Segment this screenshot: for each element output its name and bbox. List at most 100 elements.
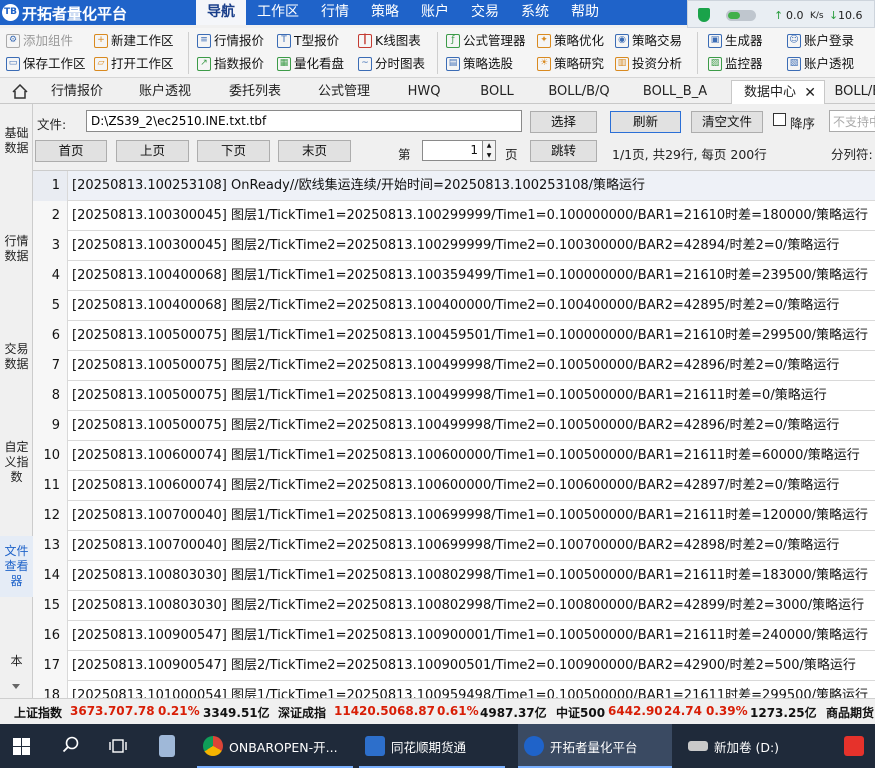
windows-start-icon[interactable] — [13, 738, 30, 755]
tab-quote-price[interactable]: 行情报价 — [40, 80, 114, 104]
table-row[interactable]: 12 [20250813.100700040] 图层1/TickTime1=202… — [33, 501, 875, 531]
account-login-button[interactable]: ☺ 账户登录 — [787, 30, 854, 52]
strategy-optimize-button[interactable]: ✦ 策略优化 — [537, 30, 604, 52]
sidebar-scroll-down-icon[interactable] — [12, 684, 20, 689]
add-component-button[interactable]: ⚙ 添加组件 — [6, 30, 73, 52]
tab-account-view[interactable]: 账户透视 — [128, 80, 202, 104]
table-row[interactable]: 3 [20250813.100300045] 图层2/TickTime2=2025… — [33, 231, 875, 261]
menu-workspace[interactable]: 工作区 — [246, 0, 310, 25]
sh-index-label[interactable]: 上证指数 — [14, 704, 62, 721]
open-workspace-button[interactable]: ▱ 打开工作区 — [94, 53, 174, 75]
taskbar-tbq-platform[interactable]: 开拓者量化平台 — [518, 724, 672, 768]
task-view-icon[interactable] — [109, 738, 127, 754]
page-number-input[interactable]: 1 — [422, 140, 483, 161]
index-icon: ↗ — [197, 57, 211, 71]
table-row[interactable]: 14 [20250813.100803030] 图层1/TickTime1=202… — [33, 561, 875, 591]
table-row[interactable]: 7 [20250813.100500075] 图层2/TickTime2=2025… — [33, 351, 875, 381]
data-grid[interactable]: 1 [20250813.100253108] OnReady//欧线集运连续/开始… — [33, 170, 875, 698]
descending-checkbox[interactable] — [773, 113, 786, 126]
table-row[interactable]: 10 [20250813.100600074] 图层1/TickTime1=202… — [33, 441, 875, 471]
tab-data-center[interactable]: 数据中心 ✕ — [731, 80, 825, 105]
search-icon[interactable] — [62, 736, 80, 754]
prev-page-button[interactable]: 上页 — [116, 140, 189, 162]
sidebar-item-local[interactable]: 本 — [0, 654, 33, 669]
sidebar-item-basic-data[interactable]: 基础数据 — [0, 126, 33, 156]
table-row[interactable]: 2 [20250813.100300045] 图层1/TickTime1=2025… — [33, 201, 875, 231]
taskbar-chrome[interactable]: ONBAROPEN-开... — [197, 724, 353, 768]
sidebar-item-trade-data[interactable]: 交易数据 — [0, 342, 33, 372]
menu-account[interactable]: 账户 — [410, 0, 460, 25]
page-spinner[interactable]: ▲ ▼ — [483, 140, 496, 161]
table-row[interactable]: 1 [20250813.100253108] OnReady//欧线集运连续/开始… — [33, 171, 875, 201]
table-row[interactable]: 15 [20250813.100803030] 图层2/TickTime2=202… — [33, 591, 875, 621]
taskbar-wps[interactable] — [838, 724, 875, 768]
last-page-button[interactable]: 末页 — [278, 140, 351, 162]
volume-board-button[interactable]: ▦ 量化看盘 — [277, 53, 344, 75]
menu-navigation[interactable]: 导航 — [196, 0, 246, 25]
tab-boll[interactable]: BOLL — [468, 80, 526, 104]
taskbar-calculator[interactable] — [153, 724, 193, 768]
sz-index-label[interactable]: 深证成指 — [278, 704, 326, 721]
file-path-input[interactable] — [86, 110, 522, 132]
table-row[interactable]: 6 [20250813.100500075] 图层1/TickTime1=2025… — [33, 321, 875, 351]
tab-order-list[interactable]: 委托列表 — [218, 80, 292, 104]
taskbar-ths-futures[interactable]: 同花顺期货通 — [359, 724, 505, 768]
menu-trade[interactable]: 交易 — [460, 0, 510, 25]
jump-button[interactable]: 跳转 — [530, 140, 597, 162]
first-page-button[interactable]: 首页 — [35, 140, 107, 162]
select-file-button[interactable]: 选择 — [530, 111, 597, 133]
monitor-button[interactable]: ▨ 监控器 — [708, 53, 763, 75]
tab-boll-b-2[interactable]: BOLL/B/ — [830, 80, 875, 104]
sidebar-item-quote-data[interactable]: 行情数据 — [0, 234, 33, 264]
strategy-research-button[interactable]: ☀ 策略研究 — [537, 53, 604, 75]
quote-price-button[interactable]: ≡ 行情报价 — [197, 30, 264, 52]
tick-chart-button[interactable]: ~ 分时图表 — [358, 53, 425, 75]
kline-chart-button[interactable]: ┃ K线图表 — [358, 30, 421, 52]
menu-system[interactable]: 系统 — [510, 0, 560, 25]
close-icon[interactable]: ✕ — [804, 81, 816, 105]
table-row[interactable]: 5 [20250813.100400068] 图层2/TickTime2=2025… — [33, 291, 875, 321]
table-row[interactable]: 11 [20250813.100600074] 图层2/TickTime2=202… — [33, 471, 875, 501]
account-view-button[interactable]: ▧ 账户透视 — [787, 53, 854, 75]
menu-strategy[interactable]: 策略 — [360, 0, 410, 25]
new-workspace-button[interactable]: + 新建工作区 — [94, 30, 174, 52]
t-price-button[interactable]: T T型报价 — [277, 30, 339, 52]
sidebar-item-file-viewer[interactable]: 文件查看器 — [0, 536, 33, 597]
strategy-select-button[interactable]: ▤ 策略选股 — [446, 53, 513, 75]
table-row[interactable]: 9 [20250813.100500075] 图层2/TickTime2=2025… — [33, 411, 875, 441]
zz500-value: 6442.90 — [608, 704, 663, 718]
unsupported-input[interactable]: 不支持中 — [829, 110, 875, 132]
tab-formula-manager[interactable]: 公式管理 — [307, 80, 381, 104]
tab-boll-b-q[interactable]: BOLL/B/Q — [540, 80, 618, 104]
next-page-button[interactable]: 下页 — [197, 140, 270, 162]
sidebar-item-custom-index[interactable]: 自定义指数 — [0, 440, 33, 485]
shield-icon[interactable] — [698, 8, 710, 22]
tab-hwq[interactable]: HWQ — [395, 80, 453, 104]
investment-analysis-button[interactable]: ▥ 投资分析 — [615, 53, 682, 75]
menu-help[interactable]: 帮助 — [560, 0, 610, 25]
taskbar-drive-d[interactable]: 新加卷 (D:) — [682, 724, 822, 768]
tab-boll-b-a[interactable]: BOLL_B_A — [635, 80, 715, 104]
formula-manager-button[interactable]: ƒ 公式管理器 — [446, 30, 526, 52]
table-row[interactable]: 8 [20250813.100500075] 图层1/TickTime1=2025… — [33, 381, 875, 411]
save-workspace-button[interactable]: ▭ 保存工作区 — [6, 53, 86, 75]
chevron-down-icon[interactable]: ▼ — [483, 151, 495, 161]
toggle-switch[interactable] — [726, 10, 756, 21]
table-row[interactable]: 4 [20250813.100400068] 图层1/TickTime1=2025… — [33, 261, 875, 291]
commodity-futures-label[interactable]: 商品期货 — [826, 704, 874, 721]
table-row[interactable]: 13 [20250813.100700040] 图层2/TickTime2=202… — [33, 531, 875, 561]
home-icon[interactable] — [12, 84, 28, 99]
table-row[interactable]: 18 [20250813.101000054] 图层1/TickTime1=202… — [33, 681, 875, 698]
clear-file-button[interactable]: 清空文件 — [691, 111, 763, 133]
log-line: [20250813.100500075] 图层1/TickTime1=20250… — [72, 328, 869, 343]
index-price-button[interactable]: ↗ 指数报价 — [197, 53, 264, 75]
t-icon: T — [277, 34, 291, 48]
table-row[interactable]: 16 [20250813.100900547] 图层1/TickTime1=202… — [33, 621, 875, 651]
refresh-button[interactable]: 刷新 — [610, 111, 681, 133]
table-row[interactable]: 17 [20250813.100900547] 图层2/TickTime2=202… — [33, 651, 875, 681]
generator-button[interactable]: ▣ 生成器 — [708, 30, 763, 52]
strategy-trade-button[interactable]: ◉ 策略交易 — [615, 30, 682, 52]
zz500-label[interactable]: 中证500 — [556, 704, 605, 721]
chevron-up-icon[interactable]: ▲ — [483, 141, 495, 151]
menu-quote[interactable]: 行情 — [310, 0, 360, 25]
